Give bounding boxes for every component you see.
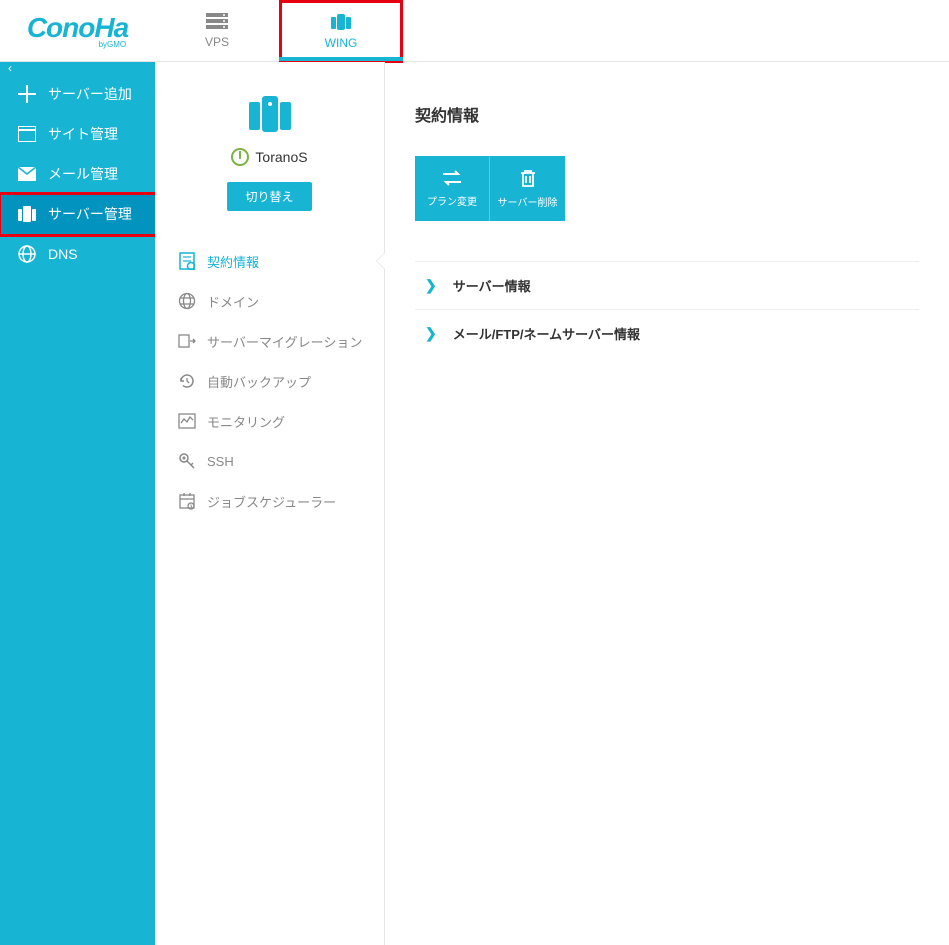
server-name: ToranoS [255, 149, 307, 165]
server-icon [16, 205, 38, 223]
sidebar-item-mail-manage[interactable]: メール管理 [0, 154, 155, 194]
highlight-tab-wing [279, 0, 403, 63]
tab-label: VPS [205, 35, 229, 49]
submenu-label: ドメイン [207, 292, 259, 311]
tab-label: WING [325, 36, 358, 50]
sidebar-item-label: サイト管理 [48, 124, 118, 144]
action-label: サーバー削除 [498, 194, 558, 209]
sidebar-item-dns[interactable]: DNS [0, 234, 155, 274]
backup-icon [175, 372, 199, 390]
submenu-scheduler[interactable]: ジョブスケジューラー [155, 481, 384, 521]
migrate-icon [175, 332, 199, 350]
server-card: ToranoS 切り替え [155, 62, 384, 231]
main-content: 契約情報 プラン変更 サーバー削除 ❯ サーバー情報 ❯ メール/FTP/ネーム… [385, 62, 949, 945]
sidebar-item-site-manage[interactable]: サイト管理 [0, 114, 155, 154]
server-stack-icon [206, 13, 228, 31]
submenu-label: ジョブスケジューラー [207, 492, 336, 511]
sidebar-sub: ToranoS 切り替え 契約情報 ドメイン サーバーマイグ [155, 62, 385, 945]
wing-server-icon [329, 12, 353, 32]
mail-icon [16, 167, 38, 181]
submenu-backup[interactable]: 自動バックアップ [155, 361, 384, 401]
action-label: プラン変更 [427, 193, 477, 208]
power-on-icon [231, 148, 249, 166]
sub-menu: 契約情報 ドメイン サーバーマイグレーション 自動バックアップ [155, 231, 384, 521]
sidebar-item-label: メール管理 [48, 164, 118, 184]
plus-icon [16, 85, 38, 103]
page-title: 契約情報 [415, 102, 919, 126]
submenu-monitoring[interactable]: モニタリング [155, 401, 384, 441]
contract-icon [175, 252, 199, 270]
sidebar-item-label: サーバー管理 [48, 204, 132, 224]
globe-icon [16, 245, 38, 263]
header-tabs: VPS WING [155, 0, 403, 61]
submenu-label: 自動バックアップ [207, 372, 311, 391]
action-buttons: プラン変更 サーバー削除 [415, 156, 919, 221]
swap-icon [441, 169, 463, 187]
trash-icon [519, 168, 537, 188]
sidebar-left: ‹ サーバー追加 サイト管理 メール管理 サーバー管理 [0, 62, 155, 945]
accordion-server-info[interactable]: ❯ サーバー情報 [415, 261, 919, 309]
sidebar-item-server-manage[interactable]: サーバー管理 [0, 194, 155, 234]
chevron-right-icon: ❯ [425, 325, 437, 342]
submenu-domain[interactable]: ドメイン [155, 281, 384, 321]
tab-vps[interactable]: VPS [155, 0, 279, 61]
switch-server-button[interactable]: 切り替え [227, 182, 311, 211]
sidebar-item-label: DNS [48, 246, 78, 262]
sidebar-item-label: サーバー追加 [48, 84, 132, 104]
key-icon [175, 452, 199, 470]
submenu-label: SSH [207, 454, 234, 469]
accordion-label: メール/FTP/ネームサーバー情報 [453, 324, 640, 343]
header: ConoHa byGMO VPS WING [0, 0, 949, 62]
sidebar-collapse-button[interactable]: ‹ [0, 62, 155, 74]
server-delete-button[interactable]: サーバー削除 [490, 156, 565, 221]
submenu-label: 契約情報 [207, 252, 259, 271]
monitor-icon [175, 412, 199, 430]
accordion-label: サーバー情報 [453, 276, 531, 295]
window-icon [16, 126, 38, 142]
schedule-icon [175, 492, 199, 510]
tab-wing[interactable]: WING [279, 0, 403, 61]
submenu-label: モニタリング [207, 412, 285, 431]
plan-change-button[interactable]: プラン変更 [415, 156, 490, 221]
submenu-ssh[interactable]: SSH [155, 441, 384, 481]
logo[interactable]: ConoHa byGMO [0, 0, 155, 61]
main-layout: ‹ サーバー追加 サイト管理 メール管理 サーバー管理 [0, 62, 949, 945]
chevron-left-icon: ‹ [8, 61, 12, 75]
server-name-row: ToranoS [175, 148, 364, 166]
submenu-label: サーバーマイグレーション [207, 332, 362, 351]
submenu-contract-info[interactable]: 契約情報 [155, 241, 384, 281]
globe2-icon [175, 292, 199, 310]
chevron-right-icon: ❯ [425, 277, 437, 294]
accordion-mail-ftp-ns-info[interactable]: ❯ メール/FTP/ネームサーバー情報 [415, 309, 919, 357]
submenu-migration[interactable]: サーバーマイグレーション [155, 321, 384, 361]
server-large-icon [175, 92, 364, 136]
sidebar-item-add-server[interactable]: サーバー追加 [0, 74, 155, 114]
